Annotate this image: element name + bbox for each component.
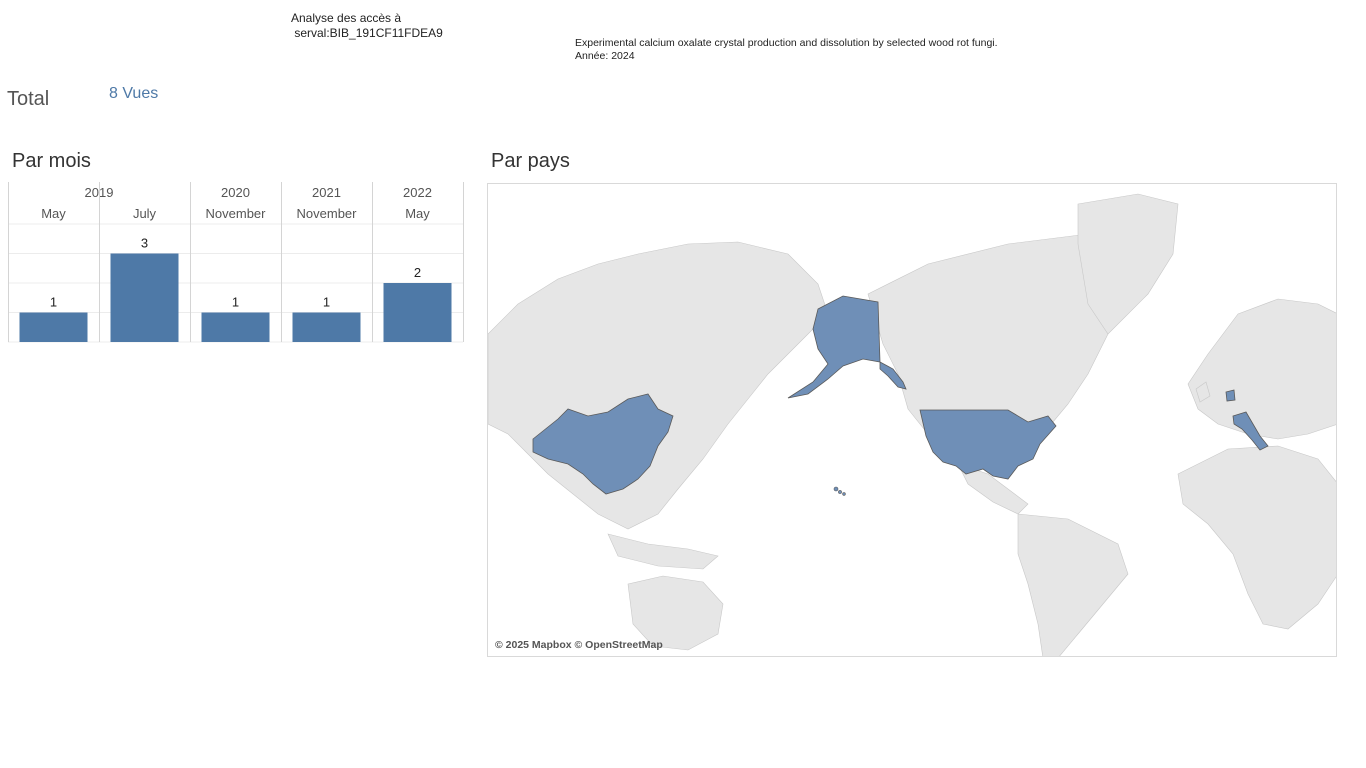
year-label: 2020	[221, 185, 250, 200]
bar	[201, 312, 270, 342]
bar-value-label: 1	[50, 295, 57, 310]
views-by-month-chart: 2019 2020 2021 2022 May July November November M…	[8, 182, 464, 343]
total-views-value: 8 Vues	[109, 85, 159, 102]
netherlands-shape	[1225, 389, 1236, 402]
views-by-country-map[interactable]: © 2025 Mapbox © OpenStreetMap	[487, 183, 1337, 657]
month-chart-title: Par mois	[12, 150, 91, 172]
month-label: May	[405, 206, 430, 221]
year-label: 2022	[403, 185, 432, 200]
country-map-title: Par pays	[491, 150, 570, 172]
bar-value-label: 2	[414, 265, 421, 280]
bar-value-label: 1	[232, 295, 239, 310]
year-label: 2019	[85, 185, 114, 200]
total-label: Total	[7, 88, 50, 110]
bar	[110, 253, 179, 342]
world-map	[488, 184, 1336, 656]
year-label: 2021	[312, 185, 341, 200]
bar-value-label: 3	[141, 236, 148, 251]
month-label: July	[133, 206, 157, 221]
bar	[292, 312, 361, 342]
month-label: November	[206, 206, 267, 221]
bar-value-label: 1	[323, 295, 330, 310]
month-label: November	[297, 206, 358, 221]
bar	[19, 312, 88, 342]
page-title: Analyse des accès à serval:BIB_191CF11FD…	[291, 11, 443, 40]
publication-year: Année: 2024	[575, 50, 635, 62]
publication-title: Experimental calcium oxalate crystal pro…	[575, 37, 998, 49]
bar	[383, 283, 452, 342]
publication-info: Experimental calcium oxalate crystal pro…	[575, 37, 998, 63]
month-label: May	[41, 206, 66, 221]
map-attribution[interactable]: © 2025 Mapbox © OpenStreetMap	[495, 639, 663, 651]
